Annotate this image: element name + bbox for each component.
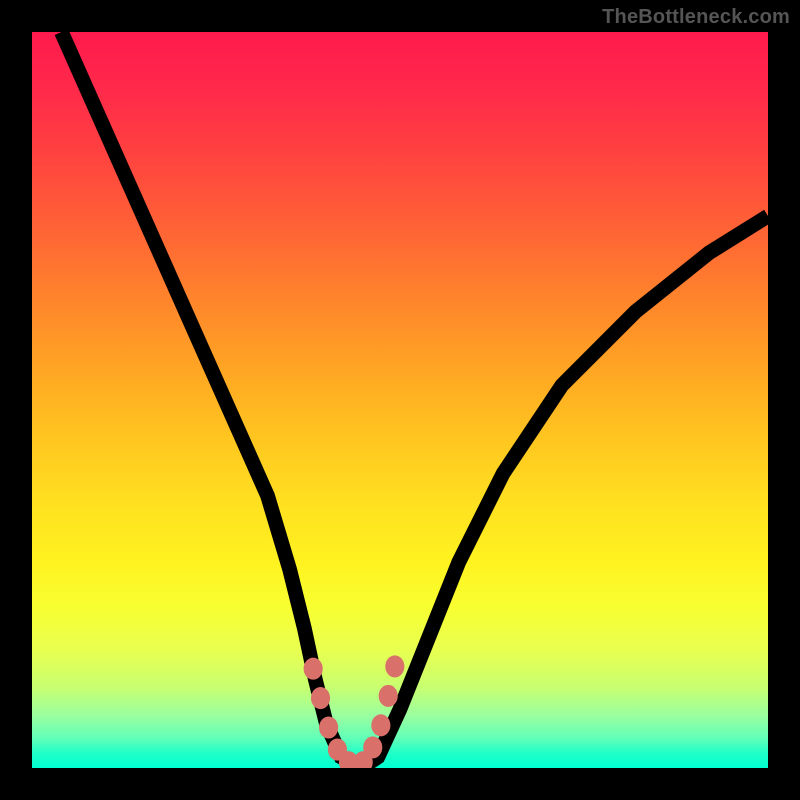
marker-point (319, 716, 338, 738)
marker-point (304, 658, 323, 680)
bottleneck-curve (61, 32, 768, 764)
curve-svg (32, 32, 768, 768)
marker-point (363, 736, 382, 758)
plot-area (32, 32, 768, 768)
marker-point (311, 687, 330, 709)
watermark-text: TheBottleneck.com (602, 6, 790, 29)
chart-frame: TheBottleneck.com (0, 0, 800, 800)
marker-point (371, 714, 390, 736)
marker-point (385, 655, 404, 677)
marker-point (379, 685, 398, 707)
